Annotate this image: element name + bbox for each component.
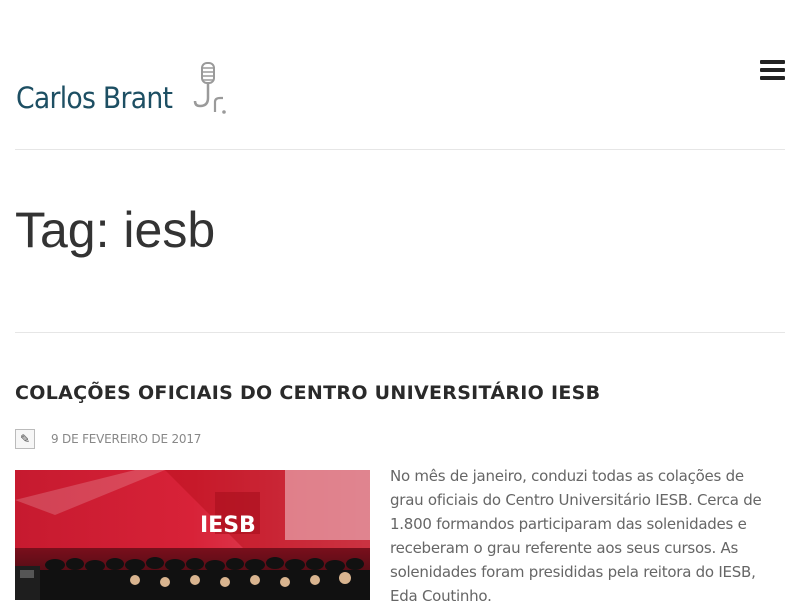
section-divider xyxy=(15,332,785,333)
site-logo[interactable]: Carlos Brant xyxy=(16,62,226,116)
microphone-logo-icon xyxy=(193,62,226,114)
menu-bar xyxy=(760,60,785,64)
ceremony-sign-text: IESB xyxy=(200,513,256,538)
post-date: 9 DE FEVEREIRO DE 2017 xyxy=(51,432,202,446)
site-header: Carlos Brant xyxy=(15,0,785,150)
post-meta: ✎ 9 DE FEVEREIRO DE 2017 xyxy=(15,429,201,449)
post-thumbnail[interactable]: IESB xyxy=(15,470,370,600)
menu-bar xyxy=(760,68,785,72)
logo-text: Carlos Brant xyxy=(16,81,173,115)
page-title: Tag: iesb xyxy=(15,202,216,258)
pencil-icon[interactable]: ✎ xyxy=(15,429,35,449)
hamburger-menu-icon[interactable] xyxy=(760,60,785,82)
post-title-link[interactable]: COLAÇÕES OFICIAIS DO CENTRO UNIVERSITÁRI… xyxy=(15,382,600,404)
menu-bar xyxy=(760,76,785,80)
post-excerpt: No mês de janeiro, conduzi todas as cola… xyxy=(390,467,762,605)
graduation-ceremony-image: IESB xyxy=(15,470,370,600)
